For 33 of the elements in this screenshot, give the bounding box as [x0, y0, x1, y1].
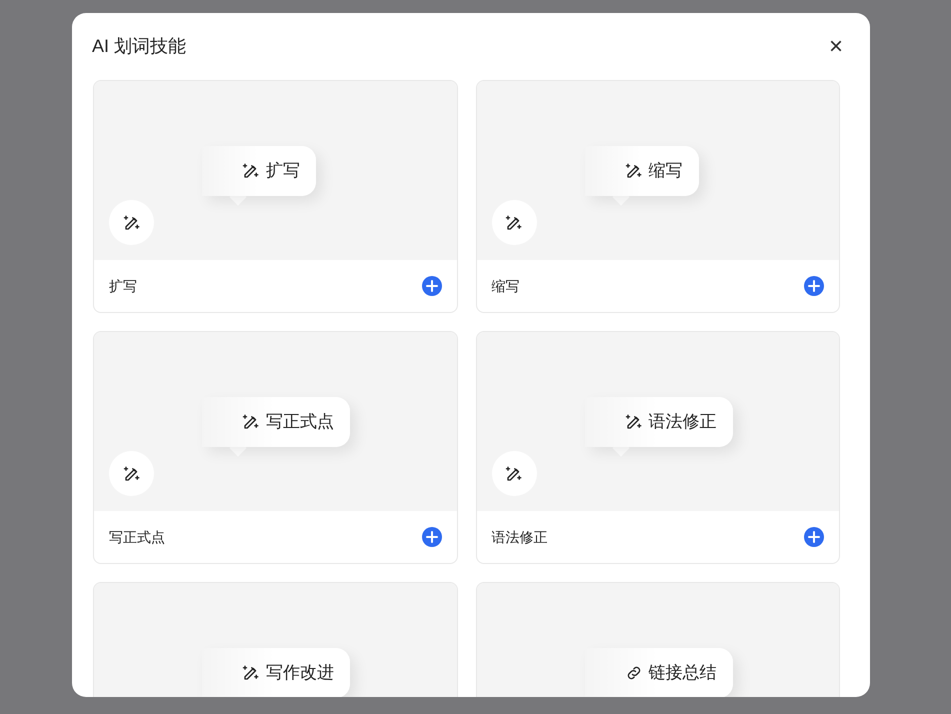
dialog-title: AI 划词技能 — [92, 35, 186, 58]
add-button[interactable] — [804, 276, 824, 296]
magic-pencil-icon — [624, 162, 642, 180]
add-button[interactable] — [422, 527, 442, 547]
magic-pencil-icon — [242, 664, 260, 682]
ai-button[interactable] — [109, 200, 154, 245]
tooltip-text: 语法修正 — [648, 411, 716, 434]
plus-icon — [808, 531, 820, 543]
magic-pencil-icon — [505, 214, 523, 232]
skill-name: 扩写 — [109, 276, 137, 296]
ai-button[interactable] — [492, 200, 536, 245]
add-button[interactable] — [804, 527, 824, 547]
magic-pencil-icon — [242, 413, 260, 431]
plus-icon — [426, 280, 438, 292]
skill-name: 语法修正 — [492, 528, 548, 546]
magic-pencil-icon — [122, 214, 140, 232]
skill-name: 缩写 — [492, 276, 520, 296]
tooltip-text: 缩写 — [648, 160, 682, 182]
tooltip-text: 链接总结 — [648, 662, 716, 684]
plus-icon — [808, 280, 820, 292]
skill-name: 写正式点 — [109, 528, 165, 546]
add-button[interactable] — [422, 276, 442, 296]
tooltip-text: 扩写 — [266, 160, 300, 182]
magic-pencil-icon — [624, 413, 642, 431]
tooltip-text: 写正式点 — [266, 411, 334, 434]
tooltip-text: 写作改进 — [266, 662, 334, 684]
close-button[interactable]: × — [824, 34, 848, 58]
magic-pencil-icon — [505, 464, 523, 482]
magic-pencil-icon — [242, 162, 260, 180]
ai-button[interactable] — [492, 451, 536, 496]
plus-icon — [426, 531, 438, 543]
ai-button[interactable] — [109, 451, 154, 496]
magic-pencil-icon — [122, 464, 140, 482]
